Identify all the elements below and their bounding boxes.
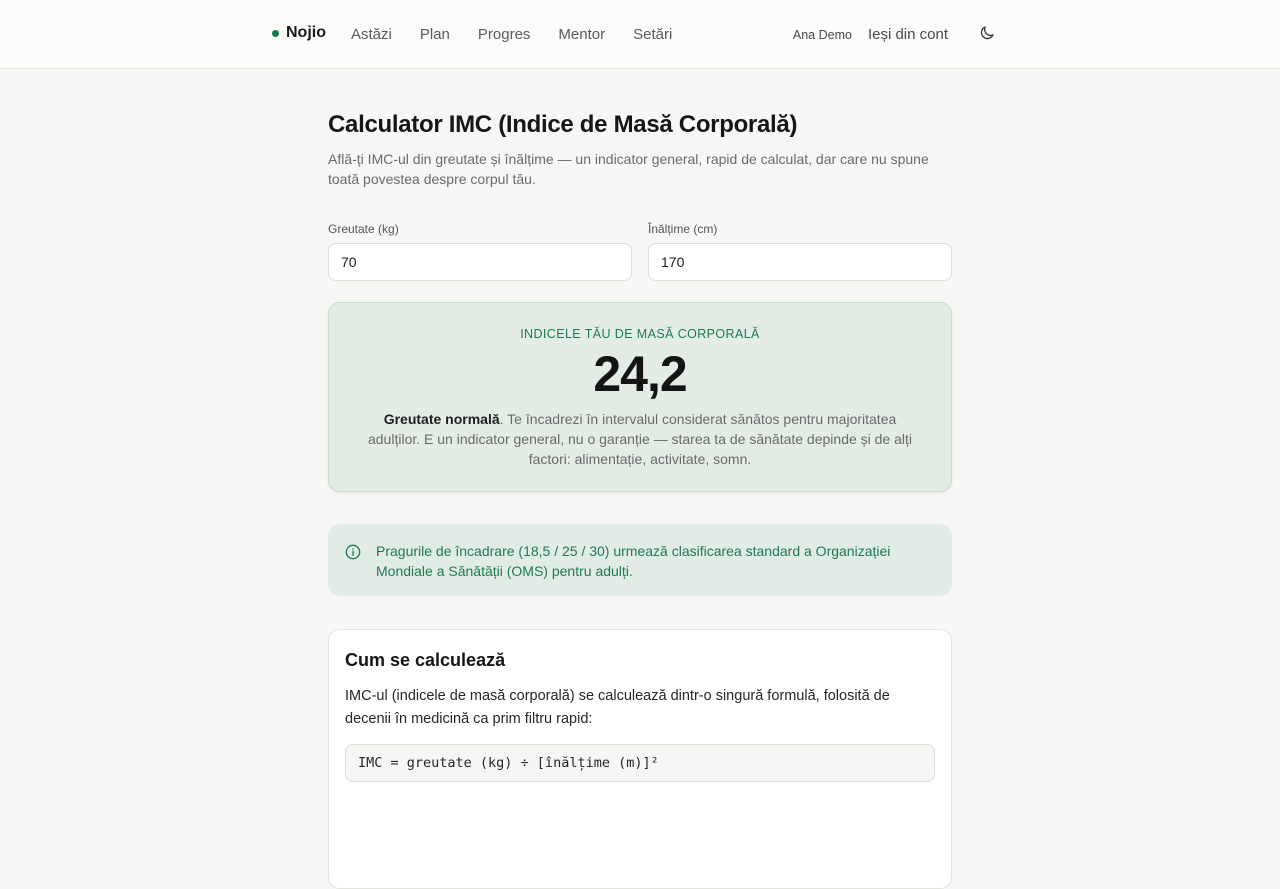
user-name: Ana Demo [792,27,852,42]
how-it-works-paragraph: IMC-ul (indicele de masă corporală) se c… [345,688,890,727]
bmi-category: Greutate normală [383,411,500,427]
weight-label: Greutate (kg) [328,222,399,236]
weight-input[interactable] [328,243,632,281]
bmi-form: Greutate (kg) Înălțime (cm) [328,222,952,281]
result-description: Greutate normală. Te încadrezi în interv… [358,409,923,469]
bmi-value: 24,2 [593,346,687,402]
bmi-formula: IMC = greutate (kg) ÷ [înălțime (m)]² [345,744,935,782]
bmi-result-card: INDICELE TĂU DE MASĂ CORPORALĂ 24,2 Greu… [328,302,952,492]
nav-item-setari[interactable]: Setări [633,26,672,43]
nav-item-mentor[interactable]: Mentor [558,26,605,43]
page-subtitle: Află-ți IMC-ul din greutate și înălțime … [328,151,929,187]
how-it-works-card: Cum se calculează IMC-ul (indicele de ma… [328,629,952,889]
brand-dot-icon [272,29,279,37]
info-icon [345,544,361,560]
main-content: Calculator IMC (Indice de Masă Corporală… [328,111,952,889]
height-label: Înălțime (cm) [648,222,718,236]
info-callout: Pragurile de încadrare (18,5 / 25 / 30) … [328,524,952,596]
info-text: Pragurile de încadrare (18,5 / 25 / 30) … [376,543,891,579]
how-it-works-title: Cum se calculează [345,650,506,670]
top-navigation-bar: Nojio Astăzi Plan Progres Mentor Setări … [0,0,1280,69]
weight-field-group: Greutate (kg) [328,222,632,281]
height-input[interactable] [648,243,952,281]
brand-name: Nojio [286,24,326,41]
brand-logo[interactable]: Nojio [272,24,326,42]
result-label: INDICELE TĂU DE MASĂ CORPORALĂ [520,327,760,341]
user-area: Ana Demo Ieși din cont [793,26,948,43]
moon-icon[interactable] [978,24,996,42]
height-field-group: Înălțime (cm) [648,222,952,281]
nav-item-astazi[interactable]: Astăzi [351,26,392,43]
logout-link[interactable]: Ieși din cont [868,26,948,43]
page-title: Calculator IMC (Indice de Masă Corporală… [328,111,798,138]
main-nav: Astăzi Plan Progres Mentor Setări [351,26,700,43]
nav-item-plan[interactable]: Plan [420,26,450,43]
nav-item-progres[interactable]: Progres [478,26,531,43]
